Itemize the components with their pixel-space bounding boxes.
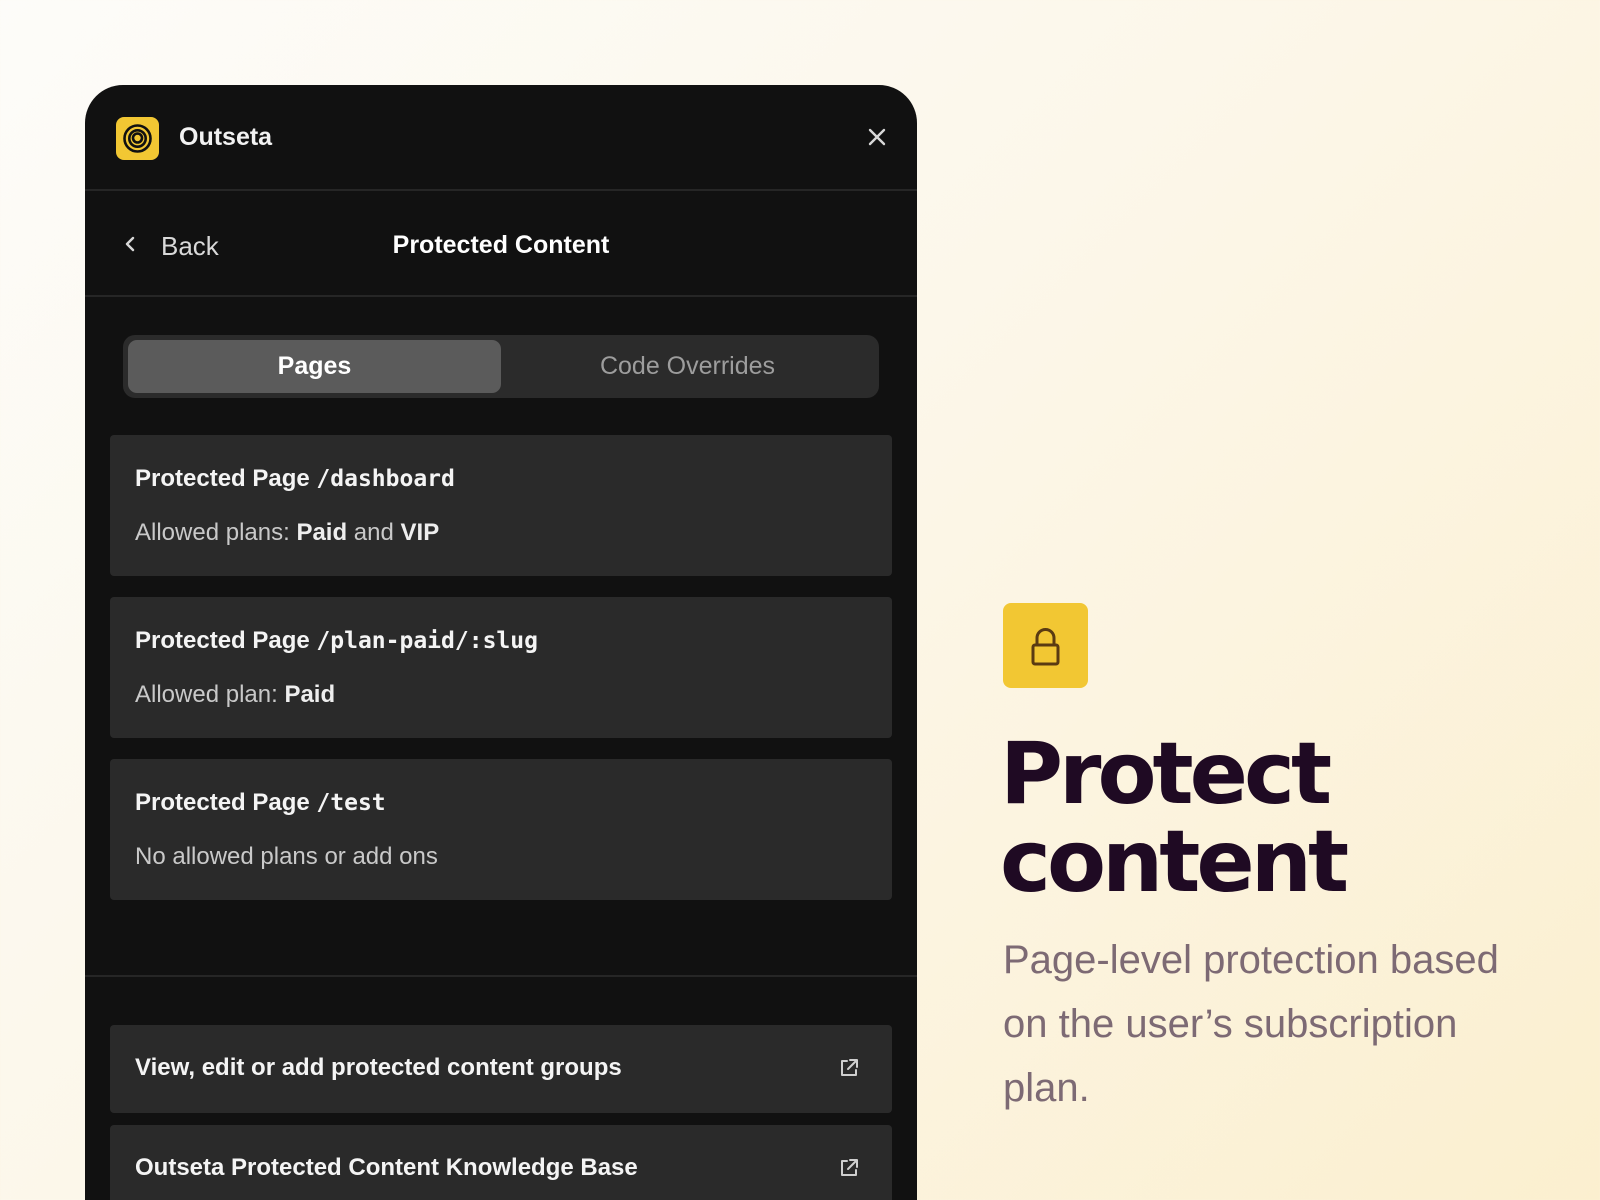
- external-link-icon: [841, 1059, 858, 1076]
- card-title: Protected Page /test: [135, 789, 386, 817]
- card-sub-text: No allowed plans or add ons: [135, 843, 438, 870]
- link-label: View, edit or add protected content grou…: [135, 1054, 622, 1081]
- card-sub-text: Allowed plan:: [135, 681, 285, 708]
- tab-pages[interactable]: Pages: [128, 340, 501, 393]
- card-prefix: Protected Page: [135, 627, 310, 654]
- divider: [85, 975, 917, 977]
- card-sub-text: Allowed plans:: [135, 519, 297, 546]
- protected-page-card[interactable]: Protected Page /plan-paid/:slug Allowed …: [110, 597, 892, 738]
- promo-headline: Protect content: [1000, 724, 1349, 912]
- protected-page-card[interactable]: Protected Page /test No allowed plans or…: [110, 759, 892, 900]
- plan-name: Paid: [296, 519, 348, 546]
- plan-joiner: and: [347, 519, 401, 546]
- app-name: Outseta: [179, 123, 273, 151]
- tab-code-overrides[interactable]: Code Overrides: [501, 340, 874, 393]
- card-path: /dashboard: [316, 466, 455, 492]
- card-subtitle: Allowed plans: Paid and VIP: [135, 519, 439, 547]
- plugin-panel: Outseta Back Protected Content Pages Cod…: [85, 85, 917, 1200]
- plan-name: VIP: [400, 519, 440, 546]
- lock-icon: [1003, 603, 1088, 688]
- close-button[interactable]: [859, 119, 895, 155]
- card-prefix: Protected Page: [135, 465, 310, 492]
- protected-page-card[interactable]: Protected Page /dashboard Allowed plans:…: [110, 435, 892, 576]
- close-icon: [868, 128, 886, 146]
- knowledge-base-link[interactable]: Outseta Protected Content Knowledge Base: [110, 1125, 892, 1200]
- card-title: Protected Page /dashboard: [135, 465, 455, 493]
- card-prefix: Protected Page: [135, 789, 310, 816]
- card-title: Protected Page /plan-paid/:slug: [135, 627, 538, 655]
- plan-name: Paid: [284, 681, 336, 708]
- segmented-control: Pages Code Overrides: [123, 335, 879, 398]
- link-label: Outseta Protected Content Knowledge Base: [135, 1154, 638, 1181]
- protected-groups-link[interactable]: View, edit or add protected content grou…: [110, 1025, 892, 1113]
- card-path: /test: [316, 790, 386, 816]
- sub-navbar: Back Protected Content: [85, 191, 917, 297]
- promo-subtext: Page-level protection based on the user’…: [1003, 938, 1499, 1110]
- card-subtitle: No allowed plans or add ons: [135, 843, 438, 871]
- external-link-icon: [841, 1159, 858, 1176]
- headline-line: Protect: [1000, 724, 1332, 824]
- panel-header: Outseta: [85, 85, 917, 191]
- card-path: /plan-paid/:slug: [316, 628, 538, 654]
- headline-line: content: [1000, 812, 1349, 912]
- outseta-logo-icon: [116, 117, 159, 160]
- page-title: Protected Content: [392, 231, 610, 259]
- card-subtitle: Allowed plan: Paid: [135, 681, 335, 709]
